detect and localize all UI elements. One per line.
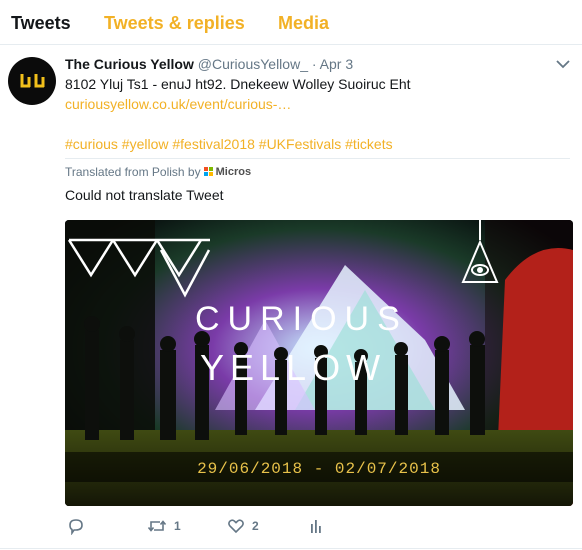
- poster-title-line2: YELLOW: [200, 347, 386, 388]
- header-separator: ·: [311, 56, 317, 72]
- tweet-actions: 1 2: [65, 517, 570, 541]
- retweet-icon: [147, 520, 167, 532]
- curious-yellow-logo-icon: [20, 74, 45, 88]
- avatar[interactable]: [8, 57, 56, 105]
- heart-icon: [228, 519, 244, 534]
- translation-result: Could not translate Tweet: [65, 187, 224, 203]
- poster-dates: 29/06/2018 - 02/07/2018: [197, 460, 441, 478]
- like-count: 2: [252, 519, 259, 533]
- tweet-date[interactable]: Apr 3: [320, 56, 353, 72]
- tweet-media-image[interactable]: CURIOUS YELLOW 29/06/2018 - 02/07/2018: [65, 220, 573, 506]
- tab-tweets-and-replies[interactable]: Tweets & replies: [104, 13, 245, 34]
- translator-name[interactable]: Micros: [216, 166, 251, 178]
- tweet-link[interactable]: curiousyellow.co.uk/event/curious-…: [65, 96, 291, 112]
- tab-tweets[interactable]: Tweets: [11, 13, 71, 34]
- chevron-down-icon[interactable]: [555, 58, 571, 70]
- author-name[interactable]: The Curious Yellow: [65, 56, 194, 72]
- like-button[interactable]: 2: [227, 517, 259, 535]
- analytics-button[interactable]: [308, 517, 324, 535]
- retweet-count: 1: [174, 519, 181, 533]
- reply-icon: [69, 519, 83, 535]
- festival-poster-image: CURIOUS YELLOW 29/06/2018 - 02/07/2018: [65, 220, 573, 506]
- translated-from-label: Translated from Polish by: [65, 165, 201, 179]
- microsoft-logo-icon: [203, 167, 214, 177]
- translation-attribution: Translated from Polish by Micros: [65, 165, 251, 179]
- analytics-icon: [311, 520, 321, 533]
- translation-divider: [65, 158, 570, 159]
- profile-tabs: Tweets Tweets & replies Media: [0, 0, 582, 45]
- retweet-button[interactable]: 1: [147, 517, 181, 535]
- tweet-hashtags[interactable]: #curious #yellow #festival2018 #UKFestiv…: [65, 136, 393, 152]
- reply-button[interactable]: [67, 517, 85, 535]
- tweet[interactable]: The Curious Yellow @CuriousYellow_ · Apr…: [0, 45, 582, 550]
- tweet-header: The Curious Yellow @CuriousYellow_ · Apr…: [65, 56, 353, 72]
- tab-media[interactable]: Media: [278, 13, 329, 34]
- poster-title-line1: CURIOUS: [195, 300, 408, 338]
- tweet-text: 8102 Yluj Ts1 - enuJ ht92. Dnekeew Wolle…: [65, 76, 411, 92]
- author-handle[interactable]: @CuriousYellow_: [198, 56, 308, 72]
- tweet-bottom-border: [0, 548, 582, 549]
